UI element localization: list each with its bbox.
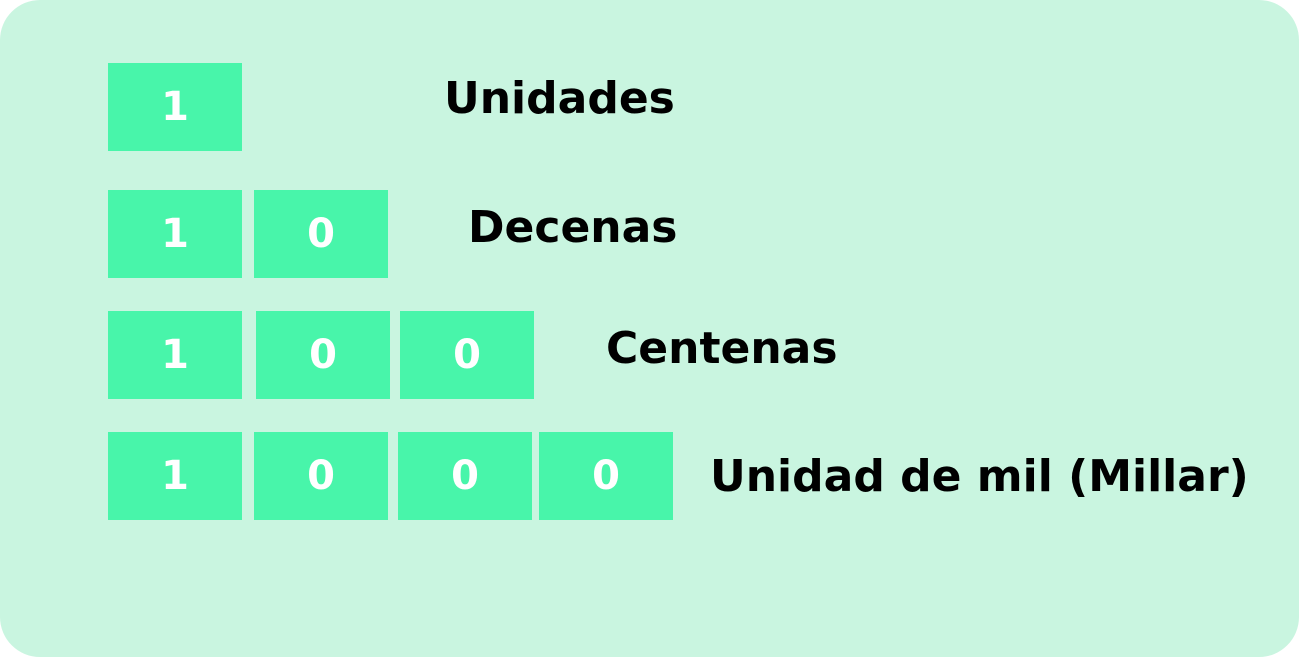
place-value-card: 1 Unidades 1 0 Decenas 1 0 0 Centenas 1 …: [0, 0, 1299, 657]
place-label-units: Unidades: [444, 73, 675, 124]
digit-cell-units: 1: [108, 63, 242, 151]
digit-cell-thousands-2: 0: [254, 432, 388, 520]
digit-cell-thousands-3: 0: [398, 432, 532, 520]
place-label-thousands: Unidad de mil (Millar): [710, 451, 1249, 502]
digit-cell-tens-2: 0: [254, 190, 388, 278]
digit-cell-thousands-1: 1: [108, 432, 242, 520]
place-label-hundreds: Centenas: [606, 323, 838, 374]
place-label-tens: Decenas: [468, 202, 678, 253]
digit-cell-thousands-4: 0: [539, 432, 673, 520]
digit-cell-tens-1: 1: [108, 190, 242, 278]
digit-cell-hundreds-1: 1: [108, 311, 242, 399]
digit-cell-hundreds-2: 0: [256, 311, 390, 399]
digit-cell-hundreds-3: 0: [400, 311, 534, 399]
